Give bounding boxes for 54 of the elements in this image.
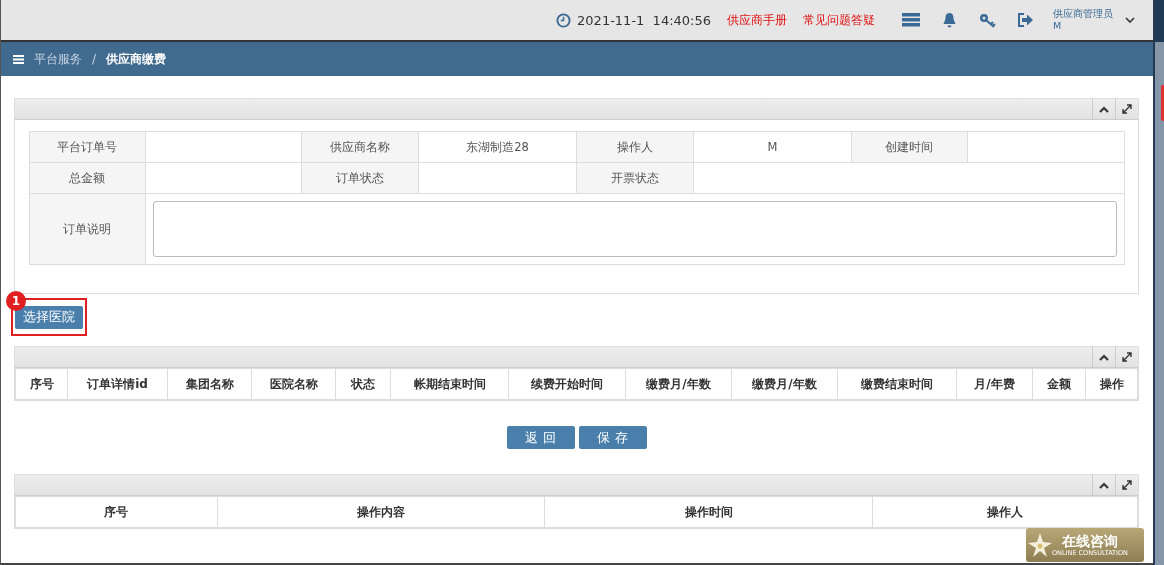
field-label: 操作人 [576, 131, 694, 163]
field-label: 订单状态 [301, 162, 419, 194]
back-button[interactable]: 返 回 [506, 426, 575, 449]
column-header: 序号 [15, 496, 218, 528]
column-header: 缴费月/年数 [731, 368, 838, 400]
field-label: 创建时间 [851, 131, 968, 163]
column-header: 缴费结束时间 [837, 368, 957, 400]
field-label: 总金额 [29, 162, 145, 194]
field-value: 东湖制造28 [418, 131, 577, 163]
breadcrumb-item: 供应商缴费 [106, 50, 167, 68]
collapse-icon[interactable] [1099, 481, 1109, 489]
field-label: 开票状态 [576, 162, 694, 194]
column-header: 操作时间 [544, 496, 873, 528]
bell-icon[interactable] [942, 12, 957, 28]
expand-icon[interactable] [1122, 352, 1132, 362]
user-account: M [1053, 20, 1063, 32]
save-button[interactable]: 保 存 [578, 426, 647, 449]
column-header: 操作 [1085, 368, 1138, 400]
scrollbar[interactable] [1153, 0, 1164, 565]
logout-icon[interactable] [1018, 13, 1034, 27]
column-header: 续费开始时间 [508, 368, 626, 400]
consult-title: 在线咨询 [1061, 532, 1118, 549]
column-header: 医院名称 [251, 368, 336, 400]
server-icon[interactable] [902, 13, 920, 27]
menu-icon[interactable] [13, 54, 24, 64]
column-header: 缴费月/年数 [625, 368, 732, 400]
collapse-icon[interactable] [1099, 105, 1109, 113]
column-header: 状态 [335, 368, 391, 400]
column-header: 序号 [15, 368, 68, 400]
column-header: 订单详情id [67, 368, 168, 400]
column-header: 帐期结束时间 [390, 368, 509, 400]
column-header: 月/年费 [956, 368, 1033, 400]
chevron-down-icon[interactable] [1125, 17, 1135, 23]
breadcrumb-item: / [92, 52, 97, 66]
user-role: 供应商管理员 [1053, 8, 1113, 20]
expand-icon[interactable] [1122, 104, 1132, 114]
clock-icon [556, 12, 572, 28]
field-label: 平台订单号 [29, 131, 145, 163]
breadcrumb-item[interactable]: 平台服务 [34, 50, 82, 68]
expand-icon[interactable] [1122, 480, 1132, 490]
datetime: 2021-11-1 14:40:56 [577, 12, 711, 28]
column-header: 操作人 [872, 496, 1138, 528]
key-icon[interactable] [979, 12, 996, 28]
step-badge: 1 [6, 291, 26, 311]
field-value: M [693, 131, 852, 163]
select-hospital-button[interactable]: 选择医院 [15, 306, 83, 329]
field-label: 订单说明 [29, 193, 145, 265]
column-header: 操作内容 [217, 496, 545, 528]
column-header: 集团名称 [167, 368, 252, 400]
field-label: 供应商名称 [301, 131, 419, 163]
collapse-icon[interactable] [1099, 353, 1109, 361]
column-header: 金额 [1032, 368, 1086, 400]
help-link[interactable]: 常见问题答疑 [803, 11, 875, 29]
help-link[interactable]: 供应商手册 [727, 11, 787, 29]
